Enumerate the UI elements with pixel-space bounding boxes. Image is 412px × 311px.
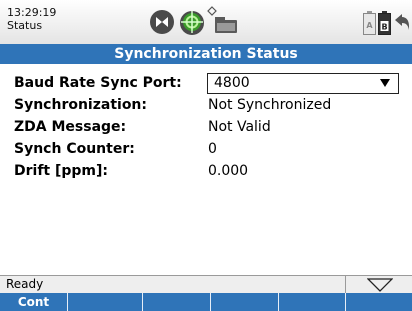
clock-time: 13:29:19 <box>7 6 57 19</box>
drift-row: Drift [ppm]: 0.000 <box>14 160 404 182</box>
baud-rate-label: Baud Rate Sync Port: <box>14 75 182 91</box>
battery-a-icon: A <box>363 11 376 35</box>
triangle-down-icon[interactable] <box>367 278 393 292</box>
top-status-bar: 13:29:19 Status A B <box>0 0 412 44</box>
synchronization-label: Synchronization: <box>14 97 147 113</box>
softkey-3[interactable] <box>143 293 211 311</box>
menu-toggle-button[interactable] <box>346 276 412 294</box>
page-title: Synchronization Status <box>0 44 412 64</box>
synch-counter-row: Synch Counter: 0 <box>14 138 404 160</box>
synchronization-value: Not Synchronized <box>208 97 332 113</box>
synchronization-row: Synchronization: Not Synchronized <box>14 94 404 116</box>
svg-text:B: B <box>381 23 387 32</box>
status-line: Ready <box>0 275 412 294</box>
zda-message-label: ZDA Message: <box>14 119 127 135</box>
chevron-down-icon[interactable] <box>380 79 390 87</box>
battery-b-icon: B <box>378 11 391 35</box>
signal-indicator-icon <box>207 6 217 16</box>
gps-target-icon[interactable] <box>178 8 206 36</box>
mode-label: Status <box>7 19 43 32</box>
radio-mute-icon[interactable] <box>149 9 175 35</box>
softkey-bar: Cont <box>0 293 412 311</box>
baud-rate-row: Baud Rate Sync Port: 4800 <box>14 72 404 94</box>
synch-counter-label: Synch Counter: <box>14 141 135 157</box>
synch-counter-value: 0 <box>208 141 217 157</box>
baud-rate-dropdown[interactable]: 4800 <box>207 73 399 94</box>
softkey-cont[interactable]: Cont <box>0 293 68 311</box>
softkey-6[interactable] <box>346 293 412 311</box>
zda-message-value: Not Valid <box>208 119 271 135</box>
softkey-5[interactable] <box>279 293 346 311</box>
status-text: Ready <box>6 277 44 291</box>
zda-message-row: ZDA Message: Not Valid <box>14 116 404 138</box>
clock-area: 13:29:19 Status <box>7 6 56 32</box>
drift-value: 0.000 <box>208 163 249 179</box>
drift-label: Drift [ppm]: <box>14 163 109 179</box>
softkey-2[interactable] <box>68 293 143 311</box>
baud-rate-value: 4800 <box>214 75 250 91</box>
softkey-4[interactable] <box>211 293 279 311</box>
sd-card-icon <box>215 17 237 33</box>
svg-text:A: A <box>366 21 373 30</box>
back-arrow-icon[interactable] <box>394 12 410 32</box>
